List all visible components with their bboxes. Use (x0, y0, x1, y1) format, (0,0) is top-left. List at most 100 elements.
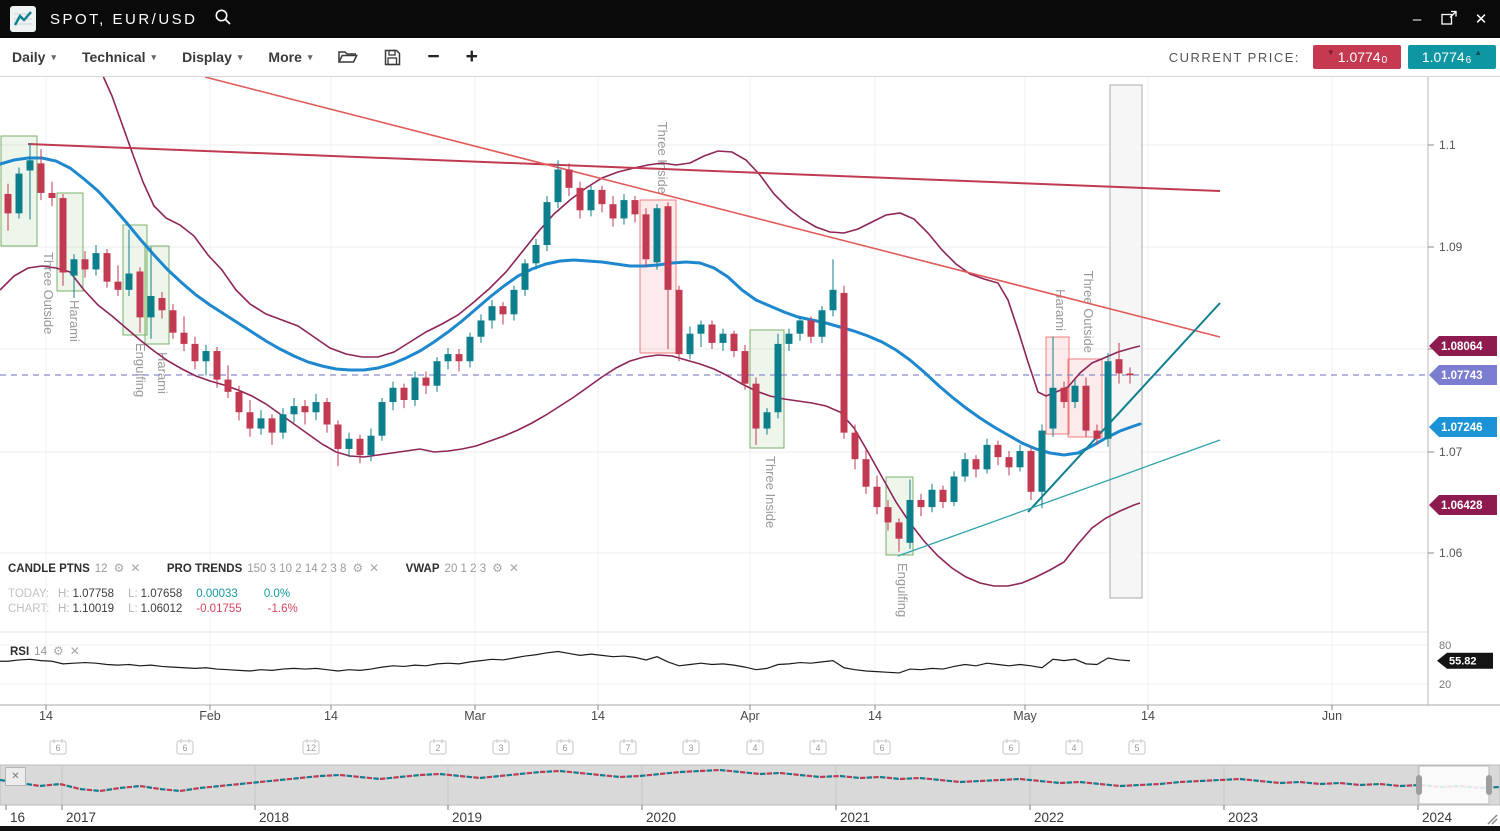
close-icon[interactable]: ✕ (509, 561, 519, 575)
chevron-down-icon: ▾ (238, 52, 243, 63)
svg-text:2017: 2017 (66, 810, 96, 825)
svg-text:Feb: Feb (199, 709, 221, 723)
svg-text:6: 6 (562, 743, 567, 753)
gear-icon[interactable]: ⚙ (492, 561, 503, 575)
indicator-legend-row: CANDLE PTNS12⚙✕ PRO TRENDS150 3 10 2 14 … (8, 559, 541, 577)
gear-icon[interactable]: ⚙ (114, 561, 125, 575)
menu-display[interactable]: Display▾ (182, 49, 242, 65)
svg-text:55.82: 55.82 (1449, 656, 1477, 668)
svg-text:1.08064: 1.08064 (1441, 341, 1483, 353)
menu-technical[interactable]: Technical▾ (82, 49, 156, 65)
zoom-out-button[interactable]: − (427, 47, 439, 67)
svg-text:4: 4 (1071, 743, 1076, 753)
svg-text:4: 4 (752, 743, 757, 753)
search-icon[interactable] (214, 8, 232, 31)
navigator-years: 16 2017 2018 2019 2020 2021 2022 2023 2024 (6, 805, 1453, 825)
price-stats: TODAY:H:1.07758L:1.076580.000330.0% CHAR… (8, 588, 324, 618)
pattern-label: Three Inside (655, 122, 670, 194)
moving-average-line (0, 158, 1140, 455)
svg-text:14: 14 (868, 709, 882, 723)
candle-pattern-annotations: Three Outside Harami Engulfing Harami Three … (1, 122, 1102, 617)
app-logo-icon (10, 6, 36, 32)
legend-candle-patterns: CANDLE PTNS12⚙✕ (8, 559, 140, 577)
pattern-box (145, 246, 169, 344)
forecast-region-box (1110, 85, 1142, 598)
today-stats-row: TODAY:H:1.07758L:1.076580.000330.0% (8, 588, 324, 603)
svg-text:1.09: 1.09 (1439, 240, 1463, 254)
svg-text:2021: 2021 (840, 810, 870, 825)
gear-icon[interactable]: ⚙ (53, 644, 64, 658)
navigator-left-handle[interactable] (1416, 775, 1422, 795)
chevron-down-icon: ▾ (152, 52, 157, 63)
svg-text:14: 14 (324, 709, 338, 723)
svg-text:3: 3 (498, 743, 503, 753)
chart-canvas[interactable]: Three Outside Harami Engulfing Harami Three … (0, 0, 1500, 831)
chart-toolbar: Daily▾ Technical▾ Display▾ More▾ − + CUR… (0, 38, 1500, 77)
chevron-down-icon: ▾ (51, 52, 56, 63)
pattern-label: Harami (67, 300, 82, 342)
svg-text:12: 12 (306, 743, 316, 753)
window-titlebar: SPOT, EUR/USD – ✕ (0, 0, 1500, 38)
svg-text:Mar: Mar (464, 709, 486, 723)
open-folder-icon[interactable] (338, 49, 358, 65)
minimize-button[interactable]: – (1408, 11, 1426, 28)
svg-text:2022: 2022 (1034, 810, 1064, 825)
svg-text:5: 5 (1134, 743, 1139, 753)
chart-stats-row: CHART:H:1.10019L:1.06012-0.01755-1.6% (8, 603, 324, 618)
svg-text:1.07246: 1.07246 (1441, 422, 1483, 434)
svg-text:14: 14 (39, 709, 53, 723)
chevron-down-icon: ▾ (308, 52, 313, 63)
svg-text:6: 6 (1008, 743, 1013, 753)
zoom-in-button[interactable]: + (466, 47, 478, 67)
svg-text:16: 16 (10, 810, 25, 825)
trading-app-window: { "icons": {"gear":"⚙","close":"✕","care… (0, 0, 1500, 831)
resize-grip-icon (1488, 815, 1497, 824)
ask-price-badge: 1.07746▲ (1408, 45, 1496, 69)
menu-timeframe[interactable]: Daily▾ (12, 49, 56, 65)
svg-text:14: 14 (1141, 709, 1155, 723)
menu-more[interactable]: More▾ (268, 49, 312, 65)
close-icon[interactable]: ✕ (1472, 10, 1490, 28)
svg-text:1.1: 1.1 (1439, 138, 1456, 152)
svg-text:2023: 2023 (1228, 810, 1258, 825)
svg-text:6: 6 (879, 743, 884, 753)
current-price-label: CURRENT PRICE: (1169, 50, 1300, 65)
svg-text:2019: 2019 (452, 810, 482, 825)
popout-icon[interactable] (1440, 10, 1458, 29)
svg-text:Apr: Apr (740, 709, 759, 723)
svg-text:2020: 2020 (646, 810, 676, 825)
svg-text:2018: 2018 (259, 810, 289, 825)
price-axis-badges: 1.080641.077431.072461.0642855.82 (1429, 336, 1497, 669)
pattern-label: Three Outside (1081, 271, 1096, 353)
navigator-selection-window[interactable] (1419, 766, 1489, 804)
svg-text:2: 2 (435, 743, 440, 753)
price-down-arrow-icon: ▼ (1327, 48, 1335, 57)
pattern-label: Three Inside (763, 456, 778, 528)
navigator-right-handle[interactable] (1486, 775, 1492, 795)
pattern-label: Harami (155, 352, 170, 394)
svg-text:1.07743: 1.07743 (1441, 370, 1483, 382)
price-up-arrow-icon: ▲ (1474, 48, 1482, 57)
svg-text:2024: 2024 (1422, 810, 1453, 825)
candlestick-series (5, 143, 1134, 552)
svg-text:6: 6 (182, 743, 187, 753)
svg-text:1.06: 1.06 (1439, 546, 1463, 560)
close-icon[interactable]: ✕ (130, 561, 140, 575)
window-bottom-edge (0, 826, 1500, 831)
pattern-label: Engulfing (133, 343, 148, 397)
pattern-label: Engulfing (895, 563, 910, 617)
navigator-close-button[interactable]: ✕ (5, 767, 26, 786)
legend-vwap: VWAP20 1 2 3⚙✕ (406, 559, 519, 577)
close-icon[interactable]: ✕ (369, 561, 379, 575)
pattern-count-badges[interactable]: 661223673446645 (50, 739, 1145, 754)
gear-icon[interactable]: ⚙ (352, 561, 363, 575)
bid-price-badge: ▼1.07740 (1313, 45, 1401, 69)
svg-text:80: 80 (1439, 640, 1451, 652)
chart-change-pct: -1.6% (268, 603, 298, 615)
close-icon[interactable]: ✕ (70, 644, 80, 658)
svg-text:May: May (1013, 709, 1037, 723)
rsi-legend: RSI14⚙✕ (10, 642, 80, 660)
rsi-line (0, 652, 1130, 673)
svg-text:3: 3 (688, 743, 693, 753)
save-icon[interactable] (384, 49, 401, 66)
